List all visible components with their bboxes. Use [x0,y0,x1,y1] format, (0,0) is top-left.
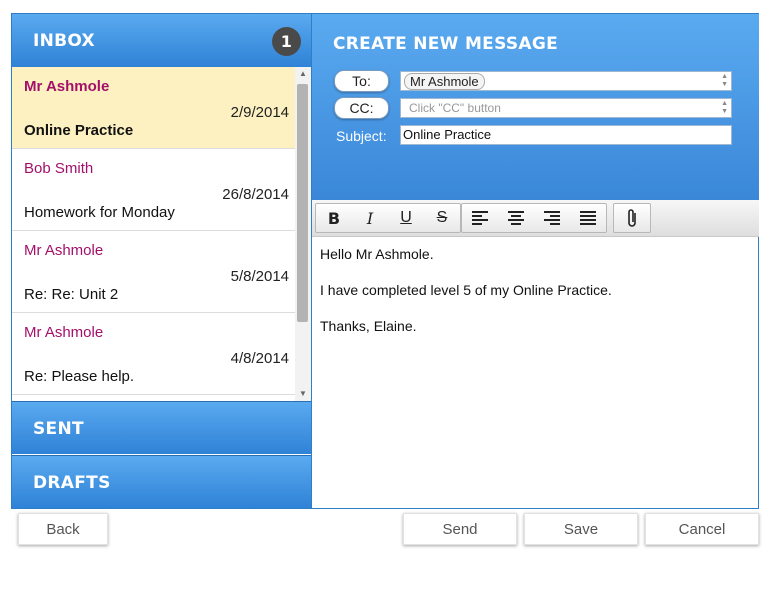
inbox-header[interactable]: INBOX 1 [12,14,311,67]
text-style-group: B I U S [315,203,461,233]
attachment-group [613,203,651,233]
cc-field[interactable]: Click "CC" button ▲ ▼ [400,98,732,118]
message-subject: Online Practice [24,122,134,139]
message-date: 4/8/2014 [230,350,289,367]
scroll-up-arrow-icon[interactable]: ▲ [295,67,311,81]
body-line: Thanks, Elaine. [320,318,417,334]
back-button[interactable]: Back [18,513,108,545]
save-button[interactable]: Save [524,513,638,545]
inbox-scrollbar[interactable]: ▲ ▼ [295,67,311,401]
spinner-arrows-icon[interactable]: ▲ ▼ [721,100,728,116]
subject-label: Subject: [336,128,387,144]
cc-button[interactable]: CC: [334,97,389,119]
unread-count-badge: 1 [272,27,301,56]
spinner-arrows-icon[interactable]: ▲ ▼ [721,73,728,89]
sent-folder-header[interactable]: SENT [12,401,311,454]
inbox-message-list: Mr Ashmole 2/9/2014 Online Practice Bob … [12,67,295,401]
alignment-group [461,203,607,233]
folder-panel: INBOX 1 Mr Ashmole 2/9/2014 Online Pract… [12,14,311,508]
message-date: 26/8/2014 [222,186,289,203]
sent-title: SENT [33,419,84,439]
message-subject: Re: Please help. [24,368,135,385]
cc-placeholder: Click "CC" button [409,101,501,115]
align-center-icon[interactable] [498,204,534,232]
bold-button[interactable]: B [316,204,352,232]
compose-panel: CREATE NEW MESSAGE To: Mr Ashmole ▲ ▼ CC:… [311,14,759,508]
message-date: 5/8/2014 [230,268,289,285]
list-item[interactable]: Bob Smith 26/8/2014 Homework for Monday [12,149,295,231]
message-sender: Mr Ashmole [24,242,104,259]
paperclip-icon[interactable] [614,204,650,232]
scrollbar-thumb[interactable] [297,84,308,322]
align-right-icon[interactable] [534,204,570,232]
list-item[interactable]: Mr Ashmole 2/9/2014 Online Practice [12,67,295,149]
to-button[interactable]: To: [334,70,389,92]
message-body[interactable]: Hello Mr Ashmole. I have completed level… [320,245,750,353]
send-button[interactable]: Send [403,513,517,545]
message-sender: Mr Ashmole [24,78,110,95]
list-item[interactable]: Mr Ashmole 5/8/2014 Re: Re: Unit 2 [12,231,295,313]
to-field[interactable]: Mr Ashmole ▲ ▼ [400,71,732,91]
message-subject: Re: Re: Unit 2 [24,286,119,303]
list-item[interactable]: Mr Ashmole 4/8/2014 Re: Please help. [12,313,295,395]
body-line: I have completed level 5 of my Online Pr… [320,282,612,298]
subject-field[interactable]: Online Practice [400,125,732,145]
drafts-title: DRAFTS [33,473,111,493]
scroll-down-arrow-icon[interactable]: ▼ [295,387,311,401]
recipient-chip[interactable]: Mr Ashmole [404,73,485,90]
compose-title: CREATE NEW MESSAGE [333,34,559,54]
formatting-toolbar: B I U S [312,200,759,237]
underline-button[interactable]: U [388,204,424,232]
compose-header: CREATE NEW MESSAGE To: Mr Ashmole ▲ ▼ CC:… [312,14,759,200]
message-sender: Bob Smith [24,160,94,177]
body-line: Hello Mr Ashmole. [320,246,434,262]
message-date: 2/9/2014 [230,104,289,121]
strikethrough-button[interactable]: S [424,204,460,232]
mail-window: INBOX 1 Mr Ashmole 2/9/2014 Online Pract… [11,13,759,509]
message-subject: Homework for Monday [24,204,175,221]
message-sender: Mr Ashmole [24,324,104,341]
inbox-title: INBOX [33,31,95,51]
cancel-button[interactable]: Cancel [645,513,759,545]
align-left-icon[interactable] [462,204,498,232]
drafts-folder-header[interactable]: DRAFTS [12,455,311,508]
italic-button[interactable]: I [352,204,388,232]
align-justify-icon[interactable] [570,204,606,232]
